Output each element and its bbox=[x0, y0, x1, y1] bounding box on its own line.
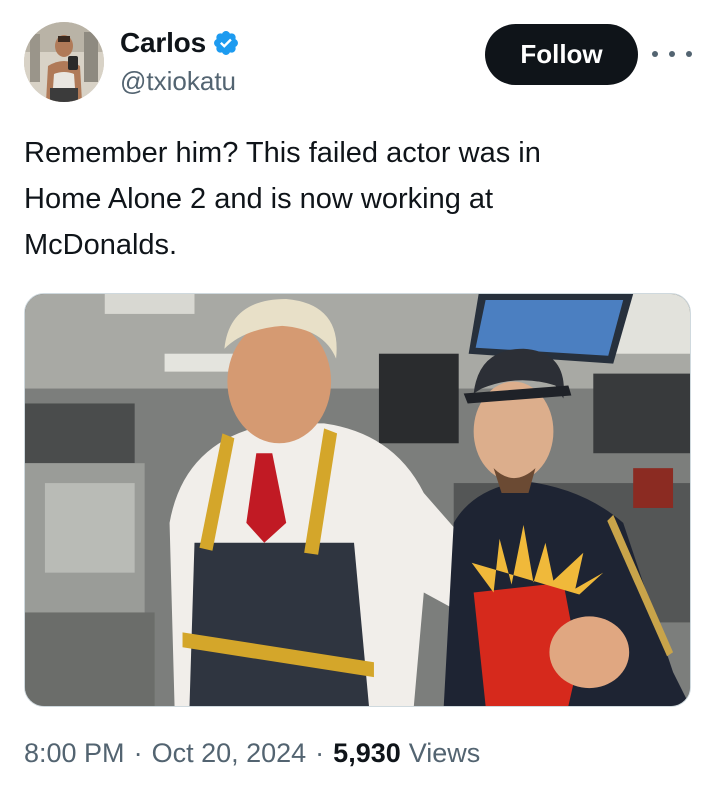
more-dot bbox=[686, 51, 692, 57]
more-dot bbox=[669, 51, 675, 57]
tweet-meta: 8:00 PM · Oct 20, 2024 · 5,930 Views bbox=[24, 738, 480, 769]
views-count[interactable]: 5,930 bbox=[333, 738, 401, 769]
author-avatar[interactable] bbox=[24, 22, 104, 102]
author-names: Carlos @txiokatu bbox=[120, 26, 240, 97]
more-dot bbox=[652, 51, 658, 57]
verified-badge-icon[interactable] bbox=[212, 29, 240, 57]
tweet-header: Carlos @txiokatu Follow bbox=[24, 22, 694, 104]
more-options-icon[interactable] bbox=[652, 42, 692, 66]
author-handle[interactable]: @txiokatu bbox=[120, 66, 240, 97]
avatar-photo bbox=[24, 22, 104, 102]
tweet-text: Remember him? This failed actor was in H… bbox=[24, 137, 541, 261]
display-name-row: Carlos bbox=[120, 26, 240, 60]
follow-button[interactable]: Follow bbox=[485, 24, 638, 85]
tweet-date[interactable]: Oct 20, 2024 bbox=[152, 738, 307, 769]
restaurant-kitchen-photo bbox=[25, 294, 690, 706]
author-display-name[interactable]: Carlos bbox=[120, 27, 206, 59]
tweet-photo[interactable] bbox=[24, 293, 691, 707]
views-label[interactable]: Views bbox=[409, 738, 481, 769]
tweet-time[interactable]: 8:00 PM bbox=[24, 738, 125, 769]
meta-separator: · bbox=[133, 738, 143, 768]
meta-separator: · bbox=[315, 738, 325, 768]
